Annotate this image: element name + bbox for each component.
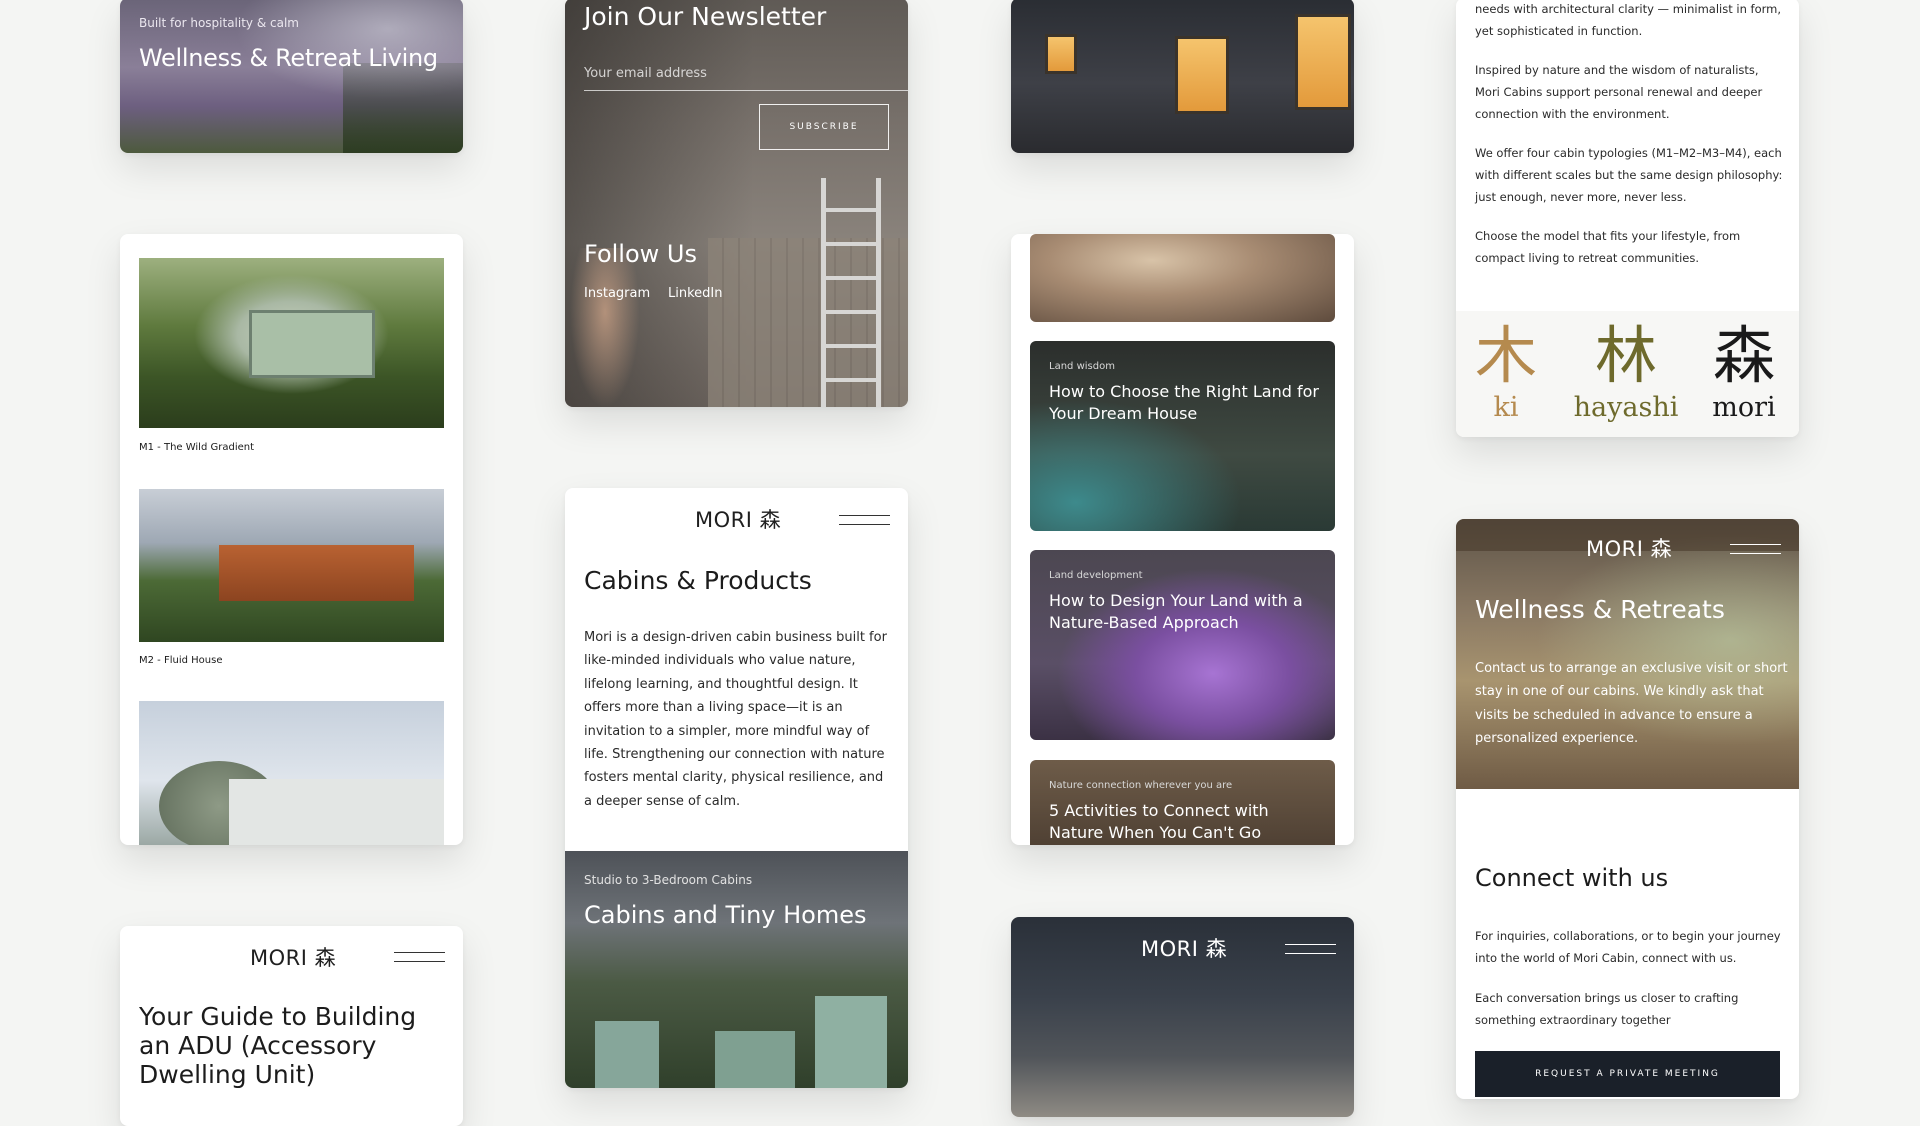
brand-logo[interactable]: MORI 森 — [250, 942, 336, 972]
kanji-illustration: 木 ki 林 hayashi 森 mori — [1456, 311, 1799, 437]
menu-icon[interactable] — [1730, 544, 1781, 554]
about-paragraph: needs with architectural clarity — minim… — [1475, 2, 1781, 38]
card-title: Wellness & Retreat Living — [139, 44, 438, 72]
request-meeting-button[interactable]: REQUEST A PRIVATE MEETING — [1475, 1051, 1780, 1097]
model-label-m2[interactable]: M2 - Fluid House — [139, 655, 222, 666]
article-title: How to Choose the Right Land for Your Dr… — [1049, 382, 1319, 423]
brand-logo[interactable]: MORI 森 — [695, 504, 781, 534]
house-night-card[interactable] — [1011, 0, 1354, 153]
article-card-land-development[interactable]: Land development How to Design Your Land… — [1030, 550, 1335, 740]
brand-logo[interactable]: MORI 森 — [1141, 933, 1227, 963]
brand-logo[interactable]: MORI 森 — [1586, 533, 1672, 563]
article-kicker: Nature connection wherever you are — [1049, 780, 1233, 791]
article-title: 5 Activities to Connect with Nature When… — [1049, 801, 1269, 842]
models-card: M1 - The Wild Gradient M2 - Fluid House — [120, 234, 463, 845]
about-paragraph: Inspired by nature and the wisdom of nat… — [1475, 63, 1763, 121]
model-image-m3[interactable] — [139, 701, 444, 845]
linkedin-link[interactable]: LinkedIn — [668, 286, 722, 301]
article-card-land-wisdom[interactable]: Land wisdom How to Choose the Right Land… — [1030, 341, 1335, 531]
articles-card: Land wisdom How to Choose the Right Land… — [1011, 234, 1354, 845]
card-kicker: Built for hospitality & calm — [139, 16, 299, 30]
article-card-nature-connection[interactable]: Nature connection wherever you are 5 Act… — [1030, 760, 1335, 845]
connect-title: Connect with us — [1475, 864, 1669, 892]
cabins-products-card: MORI 森 Cabins & Products Mori is a desig… — [565, 488, 908, 1088]
email-field[interactable] — [584, 56, 908, 91]
article-title: How to Design Your Land with a Nature-Ba… — [1049, 591, 1303, 632]
follow-title: Follow Us — [584, 240, 697, 268]
menu-icon[interactable] — [1285, 944, 1336, 954]
dark-sky-card: MORI 森 — [1011, 917, 1354, 1117]
hero-kicker: Studio to 3-Bedroom Cabins — [584, 873, 753, 887]
intro-paragraph: Mori is a design-driven cabin business b… — [584, 630, 887, 809]
article-image[interactable] — [1030, 234, 1335, 322]
connect-paragraph: Each conversation brings us closer to cr… — [1475, 991, 1739, 1027]
menu-icon[interactable] — [839, 515, 890, 525]
newsletter-card: Join Our Newsletter SUBSCRIBE Follow Us … — [565, 0, 908, 407]
instagram-link[interactable]: Instagram — [584, 286, 650, 301]
model-image-m2[interactable] — [139, 489, 444, 642]
page-title: Wellness & Retreats — [1475, 595, 1725, 624]
menu-icon[interactable] — [394, 952, 445, 962]
page-title: Cabins & Products — [584, 566, 812, 595]
about-paragraph: We offer four cabin typologies (M1–M2–M3… — [1475, 146, 1783, 204]
about-paragraph: Choose the model that fits your lifestyl… — [1475, 229, 1741, 265]
article-kicker: Land development — [1049, 570, 1143, 581]
wellness-living-card[interactable]: Built for hospitality & calm Wellness & … — [120, 0, 463, 153]
subscribe-button[interactable]: SUBSCRIBE — [759, 104, 889, 150]
adu-guide-card: MORI 森 Your Guide to Building an ADU (Ac… — [120, 926, 463, 1126]
kanji-mori: 森 mori — [1712, 319, 1776, 424]
hero-paragraph: Contact us to arrange an exclusive visit… — [1475, 661, 1788, 747]
wellness-retreats-card: MORI 森 Wellness & Retreats Contact us to… — [1456, 519, 1799, 1099]
house-night-photo — [1011, 0, 1354, 153]
hero-title: Cabins and Tiny Homes — [584, 901, 867, 929]
kanji-ki: 木 ki — [1474, 319, 1537, 424]
article-kicker: Land wisdom — [1049, 361, 1115, 372]
page-title: Your Guide to Building an ADU (Accessory… — [139, 1002, 417, 1089]
about-card: needs with architectural clarity — minim… — [1456, 0, 1799, 437]
model-label-m1[interactable]: M1 - The Wild Gradient — [139, 442, 254, 453]
newsletter-title: Join Our Newsletter — [584, 2, 827, 31]
model-image-m1[interactable] — [139, 258, 444, 428]
cabins-hero[interactable]: Studio to 3-Bedroom Cabins Cabins and Ti… — [565, 851, 908, 1088]
kanji-hayashi: 林 hayashi — [1573, 319, 1679, 424]
connect-paragraph: For inquiries, collaborations, or to beg… — [1475, 929, 1781, 965]
